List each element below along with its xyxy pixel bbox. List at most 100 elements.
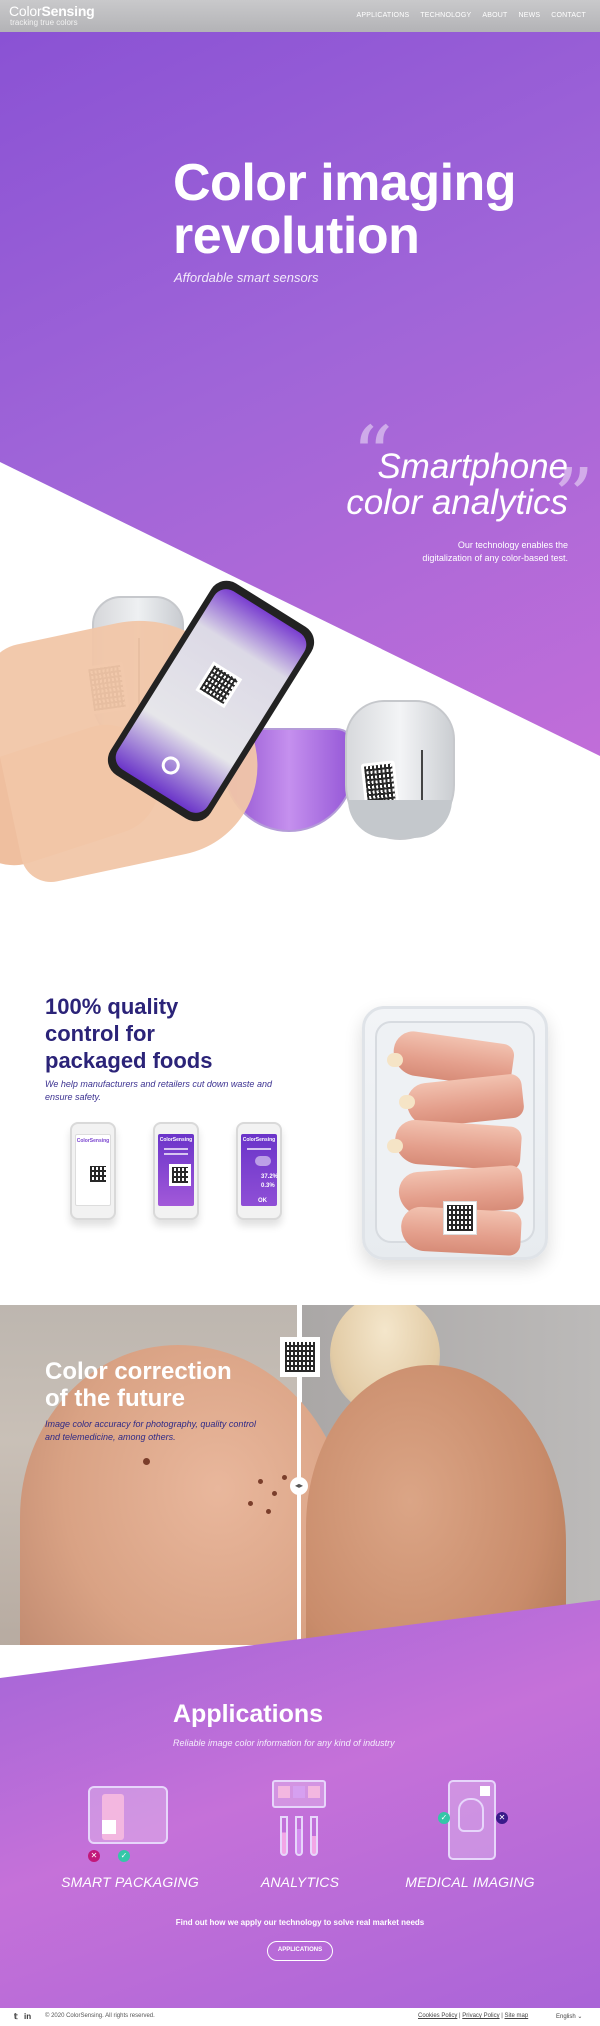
- color-correction-title: Color correction of the future: [45, 1358, 232, 1412]
- applications-cta-text: Find out how we apply our technology to …: [175, 1918, 425, 1927]
- qr-pattern: [285, 1342, 315, 1372]
- packaged-foods-title: 100% quality control for packaged foods: [45, 993, 212, 1074]
- phone-brand: ColorSensing: [242, 1137, 276, 1143]
- logo-tagline: tracking true colors: [10, 18, 78, 27]
- phone-text-line: [247, 1148, 271, 1150]
- check-icon: ✓: [118, 1850, 130, 1862]
- smartphone-title-line1: Smartphone: [377, 447, 568, 486]
- linkedin-icon[interactable]: in: [24, 2012, 31, 2021]
- test-tube-icon: [295, 1816, 303, 1856]
- qr-pattern: [447, 1205, 473, 1231]
- application-label: MEDICAL IMAGING: [405, 1874, 535, 1890]
- footer-links: Cookies Policy | Privacy Policy | Site m…: [418, 2013, 528, 2019]
- hero-subtitle: Affordable smart sensors: [174, 270, 319, 285]
- phone-mockup-screen: ColorSensing: [158, 1134, 194, 1206]
- copyright-text: © 2020 ColorSensing. All rights reserved…: [45, 2013, 155, 2019]
- chicken-tray-image: [362, 1006, 548, 1260]
- mole: [272, 1491, 277, 1496]
- application-medical-imaging[interactable]: ✓ ✕ MEDICAL IMAGING: [385, 1776, 555, 1890]
- packaged-foods-description: We help manufacturers and retailers cut …: [45, 1079, 272, 1102]
- packaged-foods-title-line1: 100% quality: [45, 994, 179, 1019]
- phone-mockup-scan: ColorSensing: [70, 1122, 116, 1220]
- nav-applications[interactable]: APPLICATIONS: [356, 12, 409, 19]
- phone-brand: ColorSensing: [76, 1138, 110, 1144]
- qr-pattern: [199, 665, 239, 704]
- cookies-policy-link[interactable]: Cookies Policy: [418, 2013, 457, 2019]
- nav-contact[interactable]: CONTACT: [551, 12, 586, 19]
- smart-packaging-icon: ✕ ✓: [84, 1776, 176, 1866]
- qr-code: [102, 1820, 116, 1834]
- result-status: OK: [258, 1198, 267, 1204]
- color-correction-title-line2: of the future: [45, 1385, 185, 1412]
- mole: [143, 1458, 150, 1465]
- packaged-foods-title-line2: control for: [45, 1021, 155, 1046]
- test-tube-icon: [280, 1816, 288, 1856]
- tray-outline: [88, 1786, 168, 1844]
- comparison-handle-icon[interactable]: ◂▸: [290, 1477, 308, 1495]
- logo[interactable]: ColorSensing: [9, 3, 95, 19]
- qr-code: [195, 661, 243, 709]
- color-correction-title-line1: Color correction: [45, 1358, 232, 1385]
- cross-icon: ✕: [496, 1812, 508, 1824]
- top-navbar: ColorSensing tracking true colors APPLIC…: [0, 0, 600, 32]
- medical-imaging-icon: ✓ ✕: [424, 1776, 516, 1866]
- tray-inner: [375, 1021, 535, 1257]
- test-tube-icon: [310, 1816, 318, 1856]
- check-icon: ✓: [438, 1812, 450, 1824]
- smartphone-title: Smartphone color analytics: [248, 449, 568, 521]
- application-analytics[interactable]: ANALYTICS: [215, 1776, 385, 1890]
- result-value-2: 0.3%: [261, 1183, 275, 1189]
- analytics-icon: [254, 1776, 346, 1866]
- twitter-icon[interactable]: 𝕥: [14, 2012, 18, 2021]
- language-label: English: [556, 2014, 576, 2020]
- nav-news[interactable]: NEWS: [518, 12, 540, 19]
- phone-mockup-result: ColorSensing 37.2% 0.3% OK: [236, 1122, 282, 1220]
- mole: [248, 1501, 253, 1506]
- applications-button[interactable]: APPLICATIONS: [267, 1941, 333, 1961]
- applications-subtitle: Reliable image color information for any…: [173, 1738, 395, 1748]
- qr-code: [280, 1337, 320, 1377]
- cross-icon: ✕: [88, 1850, 100, 1862]
- qr-code: [480, 1786, 490, 1796]
- phone-brand: ColorSensing: [159, 1137, 193, 1143]
- result-value-1: 37.2%: [261, 1174, 279, 1180]
- bone: [387, 1139, 403, 1153]
- application-label: ANALYTICS: [260, 1874, 340, 1890]
- site-map-link[interactable]: Site map: [505, 2013, 529, 2019]
- application-label: SMART PACKAGING: [61, 1874, 199, 1890]
- phone-mockup-screen: ColorSensing: [75, 1134, 111, 1206]
- hero-title-line2: revolution: [173, 207, 420, 265]
- swatch: [293, 1786, 305, 1798]
- swatch: [278, 1786, 290, 1798]
- hand-outline-icon: [458, 1798, 484, 1832]
- progress-ring-icon: [255, 1156, 271, 1166]
- nav-about[interactable]: ABOUT: [482, 12, 507, 19]
- hero-title-line1: Color imaging: [173, 154, 517, 212]
- hero-title: Color imaging revolution: [173, 154, 517, 265]
- nav-technology[interactable]: TECHNOLOGY: [420, 12, 471, 19]
- chevron-down-icon: ⌄: [577, 2014, 583, 2020]
- qr-pattern: [90, 1166, 106, 1182]
- bone: [399, 1095, 415, 1109]
- qr-pattern: [172, 1167, 188, 1183]
- smartphone-desc-line2: digitalization of any color-based test.: [422, 553, 568, 563]
- footer: 𝕥 in © 2020 ColorSensing. All rights res…: [0, 2008, 600, 2026]
- applications-title: Applications: [173, 1700, 324, 1728]
- swatch: [308, 1786, 320, 1798]
- nav-links: APPLICATIONS TECHNOLOGY ABOUT NEWS CONTA…: [356, 12, 586, 19]
- smartphone-desc-line1: Our technology enables the: [457, 540, 568, 550]
- qr-code: [443, 1201, 477, 1235]
- smartphone-description: Our technology enables the digitalizatio…: [338, 539, 568, 565]
- privacy-policy-link[interactable]: Privacy Policy: [462, 2013, 499, 2019]
- phone-mockup-screen: ColorSensing 37.2% 0.3% OK: [241, 1134, 279, 1206]
- social-links: 𝕥 in: [14, 2012, 31, 2021]
- language-selector[interactable]: English ⌄: [556, 2013, 582, 2020]
- capture-button-icon: [158, 753, 184, 778]
- mole: [266, 1509, 271, 1514]
- qr-code: [169, 1164, 191, 1186]
- color-correction-description: Image color accuracy for photography, qu…: [45, 1419, 256, 1442]
- mole: [258, 1479, 263, 1484]
- bone: [387, 1053, 403, 1067]
- drumstick: [393, 1118, 523, 1172]
- application-smart-packaging[interactable]: ✕ ✓ SMART PACKAGING: [45, 1776, 215, 1890]
